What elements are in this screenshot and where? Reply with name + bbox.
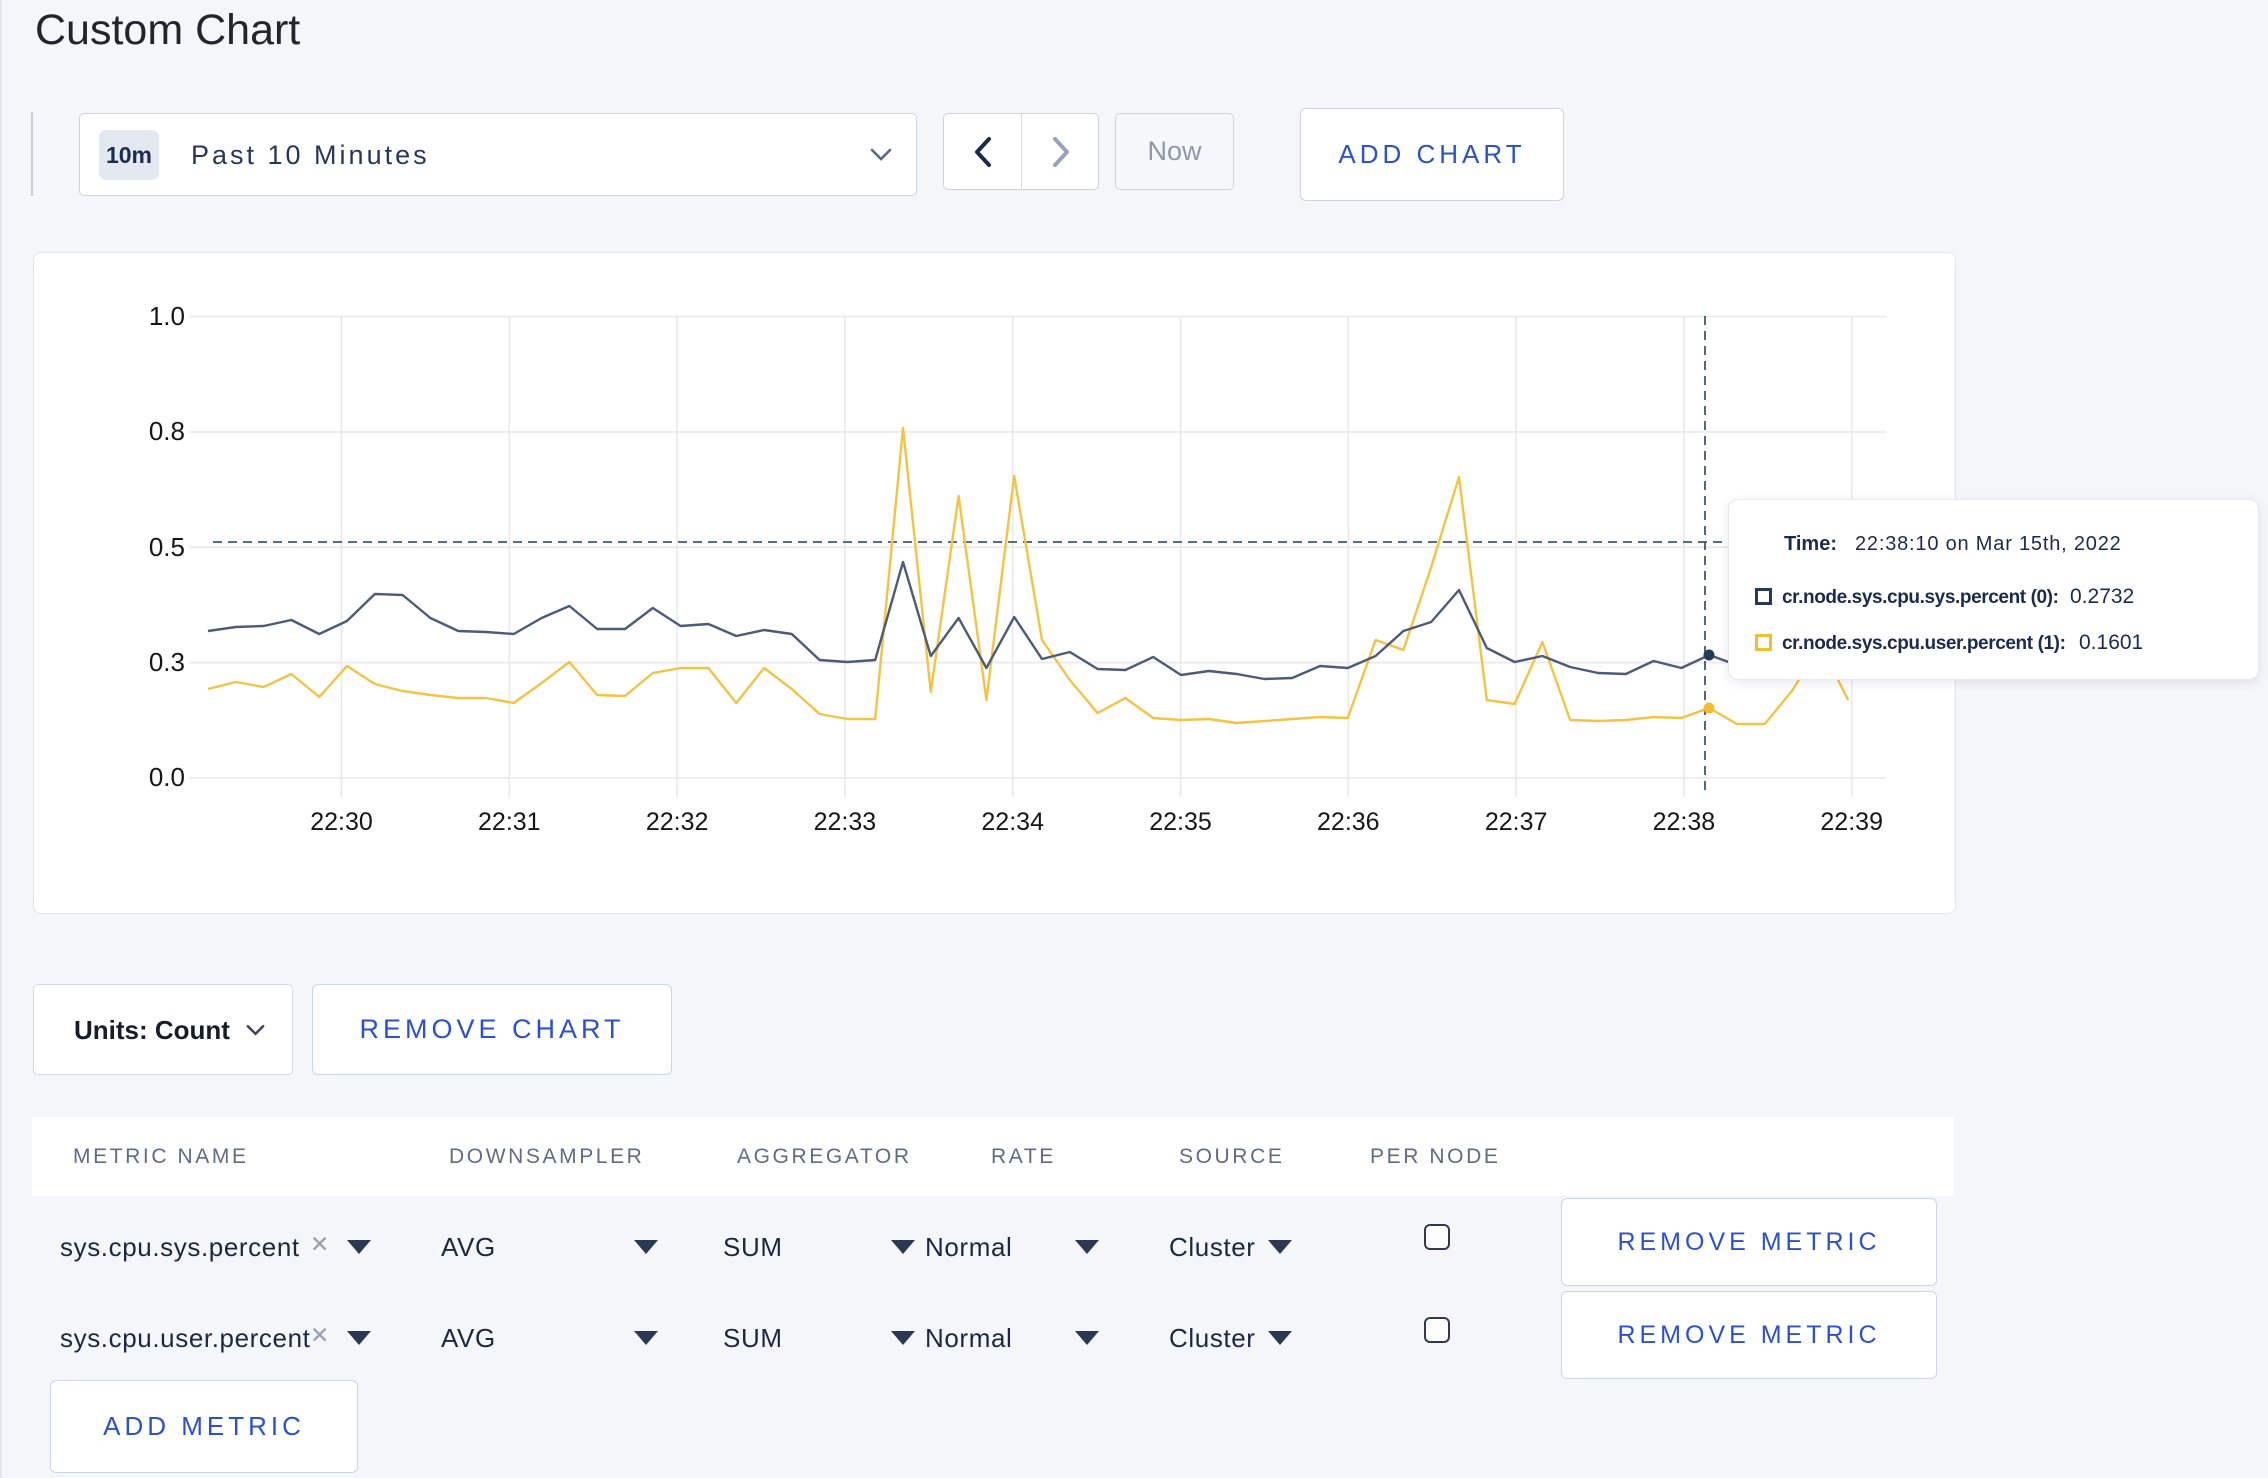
- svg-text:22:38: 22:38: [1653, 808, 1716, 836]
- svg-text:0.3: 0.3: [149, 647, 185, 677]
- svg-text:22:34: 22:34: [981, 808, 1044, 836]
- svg-text:0.0: 0.0: [149, 762, 185, 792]
- svg-text:22:30: 22:30: [310, 808, 373, 836]
- svg-text:22:36: 22:36: [1317, 808, 1380, 836]
- svg-text:22:37: 22:37: [1485, 808, 1548, 836]
- svg-text:22:35: 22:35: [1149, 808, 1212, 836]
- svg-text:0.8: 0.8: [149, 416, 185, 446]
- svg-text:22:31: 22:31: [478, 808, 541, 836]
- svg-text:0.5: 0.5: [149, 532, 185, 562]
- svg-text:22:33: 22:33: [814, 808, 877, 836]
- svg-text:22:32: 22:32: [646, 808, 709, 836]
- svg-text:22:39: 22:39: [1820, 808, 1883, 836]
- svg-text:1.0: 1.0: [149, 301, 185, 331]
